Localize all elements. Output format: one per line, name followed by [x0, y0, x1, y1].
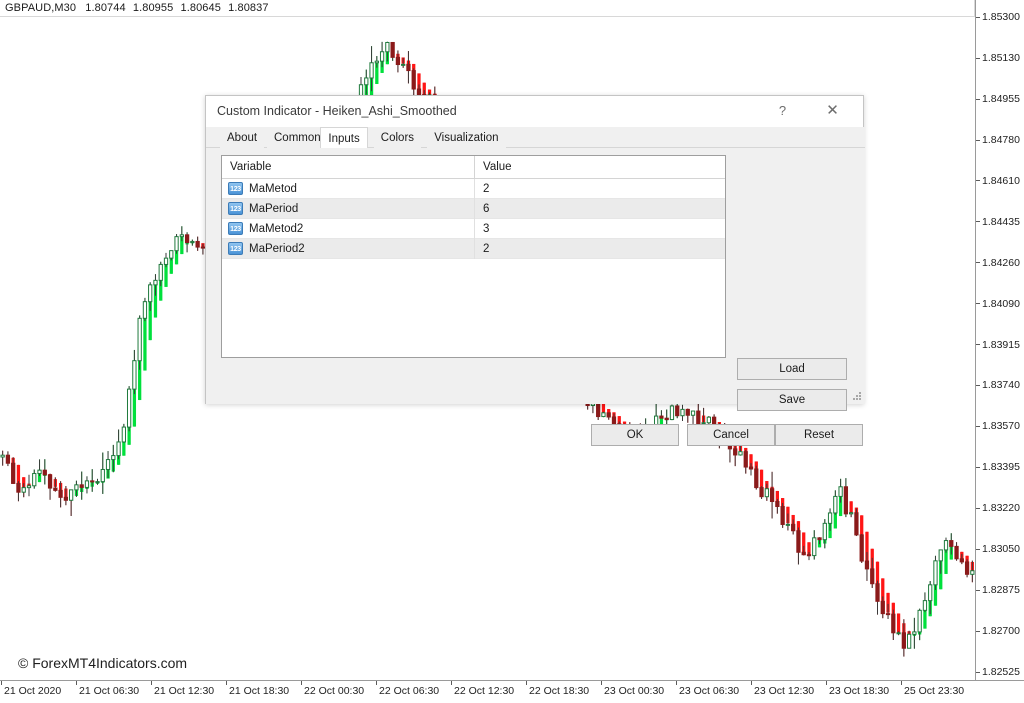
- time-tick-mark: [676, 681, 677, 685]
- mt4-chart-window: GBPAUD,M30 1.80744 1.80955 1.80645 1.808…: [0, 0, 1024, 703]
- load-button[interactable]: Load: [737, 358, 847, 380]
- time-tick-mark: [376, 681, 377, 685]
- price-tick-label: 1.83395: [976, 461, 1024, 473]
- time-tick-label: 21 Oct 18:30: [229, 685, 289, 697]
- time-tick-label: 23 Oct 00:30: [604, 685, 664, 697]
- cancel-button[interactable]: Cancel: [687, 424, 775, 446]
- resize-grip[interactable]: [853, 392, 863, 402]
- column-header-value: Value: [475, 156, 725, 178]
- time-tick-mark: [451, 681, 452, 685]
- tab-about[interactable]: About: [220, 129, 264, 148]
- dialog-tabstrip[interactable]: AboutCommonInputs Colors Visualization: [206, 127, 865, 148]
- time-tick-mark: [826, 681, 827, 685]
- symbol-label: GBPAUD,M30: [5, 2, 76, 14]
- tab-visualization[interactable]: Visualization: [427, 129, 505, 148]
- numeric-icon: 123: [228, 242, 243, 255]
- variable-label: MaPeriod: [249, 203, 298, 215]
- tab-common[interactable]: Common: [267, 129, 328, 148]
- quote-high: 1.80955: [133, 2, 173, 14]
- price-tick-label: 1.85300: [976, 11, 1024, 23]
- time-tick-label: 23 Oct 12:30: [754, 685, 814, 697]
- cell-variable: 123 MaPeriod2: [222, 239, 475, 259]
- time-tick-mark: [151, 681, 152, 685]
- ok-button[interactable]: OK: [591, 424, 679, 446]
- table-row[interactable]: 123 MaPeriod2 2: [222, 239, 725, 259]
- table-row[interactable]: 123 MaPeriod 6: [222, 199, 725, 219]
- time-tick-mark: [1, 681, 2, 685]
- time-tick-label: 22 Oct 12:30: [454, 685, 514, 697]
- table-header-row: Variable Value: [222, 156, 725, 179]
- numeric-icon: 123: [228, 182, 243, 195]
- price-tick-label: 1.84090: [976, 298, 1024, 310]
- cell-variable: 123 MaMetod2: [222, 219, 475, 239]
- price-tick-label: 1.83050: [976, 543, 1024, 555]
- dialog-titlebar[interactable]: Custom Indicator - Heiken_Ashi_Smoothed …: [206, 96, 863, 127]
- time-tick-mark: [601, 681, 602, 685]
- price-tick-label: 1.84955: [976, 93, 1024, 105]
- time-tick-mark: [301, 681, 302, 685]
- quote-open: 1.80744: [85, 2, 125, 14]
- value-field[interactable]: 2: [475, 243, 725, 255]
- column-header-variable: Variable: [222, 156, 475, 178]
- watermark-label: © ForexMT4Indicators.com: [18, 655, 187, 671]
- time-tick-mark: [76, 681, 77, 685]
- numeric-icon: 123: [228, 222, 243, 235]
- time-tick-label: 23 Oct 06:30: [679, 685, 739, 697]
- price-tick-label: 1.83220: [976, 502, 1024, 514]
- price-tick-label: 1.82525: [976, 666, 1024, 678]
- time-tick-mark: [526, 681, 527, 685]
- price-tick-label: 1.85130: [976, 52, 1024, 64]
- time-tick-mark: [751, 681, 752, 685]
- parameters-table[interactable]: Variable Value 123MaMetod2123MaPeriod612…: [221, 155, 726, 358]
- time-tick-label: 23 Oct 18:30: [829, 685, 889, 697]
- price-tick-label: 1.82700: [976, 625, 1024, 637]
- help-icon[interactable]: ?: [760, 96, 805, 126]
- time-tick-label: 21 Oct 12:30: [154, 685, 214, 697]
- time-tick-label: 25 Oct 23:30: [904, 685, 964, 697]
- close-icon[interactable]: ✕: [810, 96, 855, 126]
- custom-indicator-dialog[interactable]: Custom Indicator - Heiken_Ashi_Smoothed …: [205, 95, 864, 404]
- value-field[interactable]: 6: [475, 203, 725, 215]
- tab-colors[interactable]: Colors: [374, 129, 421, 148]
- price-tick-label: 1.84610: [976, 175, 1024, 187]
- cell-variable: 123 MaPeriod: [222, 199, 475, 219]
- quote-header: GBPAUD,M30 1.80744 1.80955 1.80645 1.808…: [0, 0, 975, 17]
- quote-close: 1.80837: [228, 2, 268, 14]
- quote-low: 1.80645: [181, 2, 221, 14]
- table-row[interactable]: 123 MaMetod 2: [222, 179, 725, 199]
- time-tick-mark: [226, 681, 227, 685]
- inputs-panel: Variable Value 123MaMetod2123MaPeriod612…: [206, 148, 865, 404]
- time-tick-label: 22 Oct 06:30: [379, 685, 439, 697]
- time-tick-mark: [901, 681, 902, 685]
- time-tick-label: 22 Oct 00:30: [304, 685, 364, 697]
- price-tick-label: 1.83740: [976, 379, 1024, 391]
- dialog-title: Custom Indicator - Heiken_Ashi_Smoothed: [217, 96, 457, 127]
- cell-variable: 123 MaMetod: [222, 179, 475, 199]
- price-tick-label: 1.84260: [976, 257, 1024, 269]
- numeric-icon: 123: [228, 202, 243, 215]
- time-axis[interactable]: 21 Oct 2020 21 Oct 06:30 21 Oct 12:30 21 Oc…: [0, 680, 1024, 703]
- save-button[interactable]: Save: [737, 389, 847, 411]
- price-axis[interactable]: 1.85300 1.85130 1.84955 1.84780 1.84610 1.844…: [975, 0, 1024, 680]
- table-row[interactable]: 123 MaMetod2 3: [222, 219, 725, 239]
- time-tick-label: 21 Oct 2020: [4, 685, 61, 697]
- variable-label: MaMetod2: [249, 223, 303, 235]
- price-tick-label: 1.82875: [976, 584, 1024, 596]
- variable-label: MaMetod: [249, 183, 297, 195]
- variable-label: MaPeriod2: [249, 243, 305, 255]
- table-body: 123MaMetod2123MaPeriod6123MaMetod23123Ma…: [222, 179, 725, 259]
- price-tick-label: 1.84780: [976, 134, 1024, 146]
- price-tick-label: 1.83570: [976, 420, 1024, 432]
- tab-inputs[interactable]: Inputs: [320, 127, 367, 149]
- price-tick-label: 1.84435: [976, 216, 1024, 228]
- value-field[interactable]: 3: [475, 223, 725, 235]
- reset-button[interactable]: Reset: [775, 424, 863, 446]
- time-tick-label: 21 Oct 06:30: [79, 685, 139, 697]
- time-tick-label: 22 Oct 18:30: [529, 685, 589, 697]
- value-field[interactable]: 2: [475, 183, 725, 195]
- price-tick-label: 1.83915: [976, 339, 1024, 351]
